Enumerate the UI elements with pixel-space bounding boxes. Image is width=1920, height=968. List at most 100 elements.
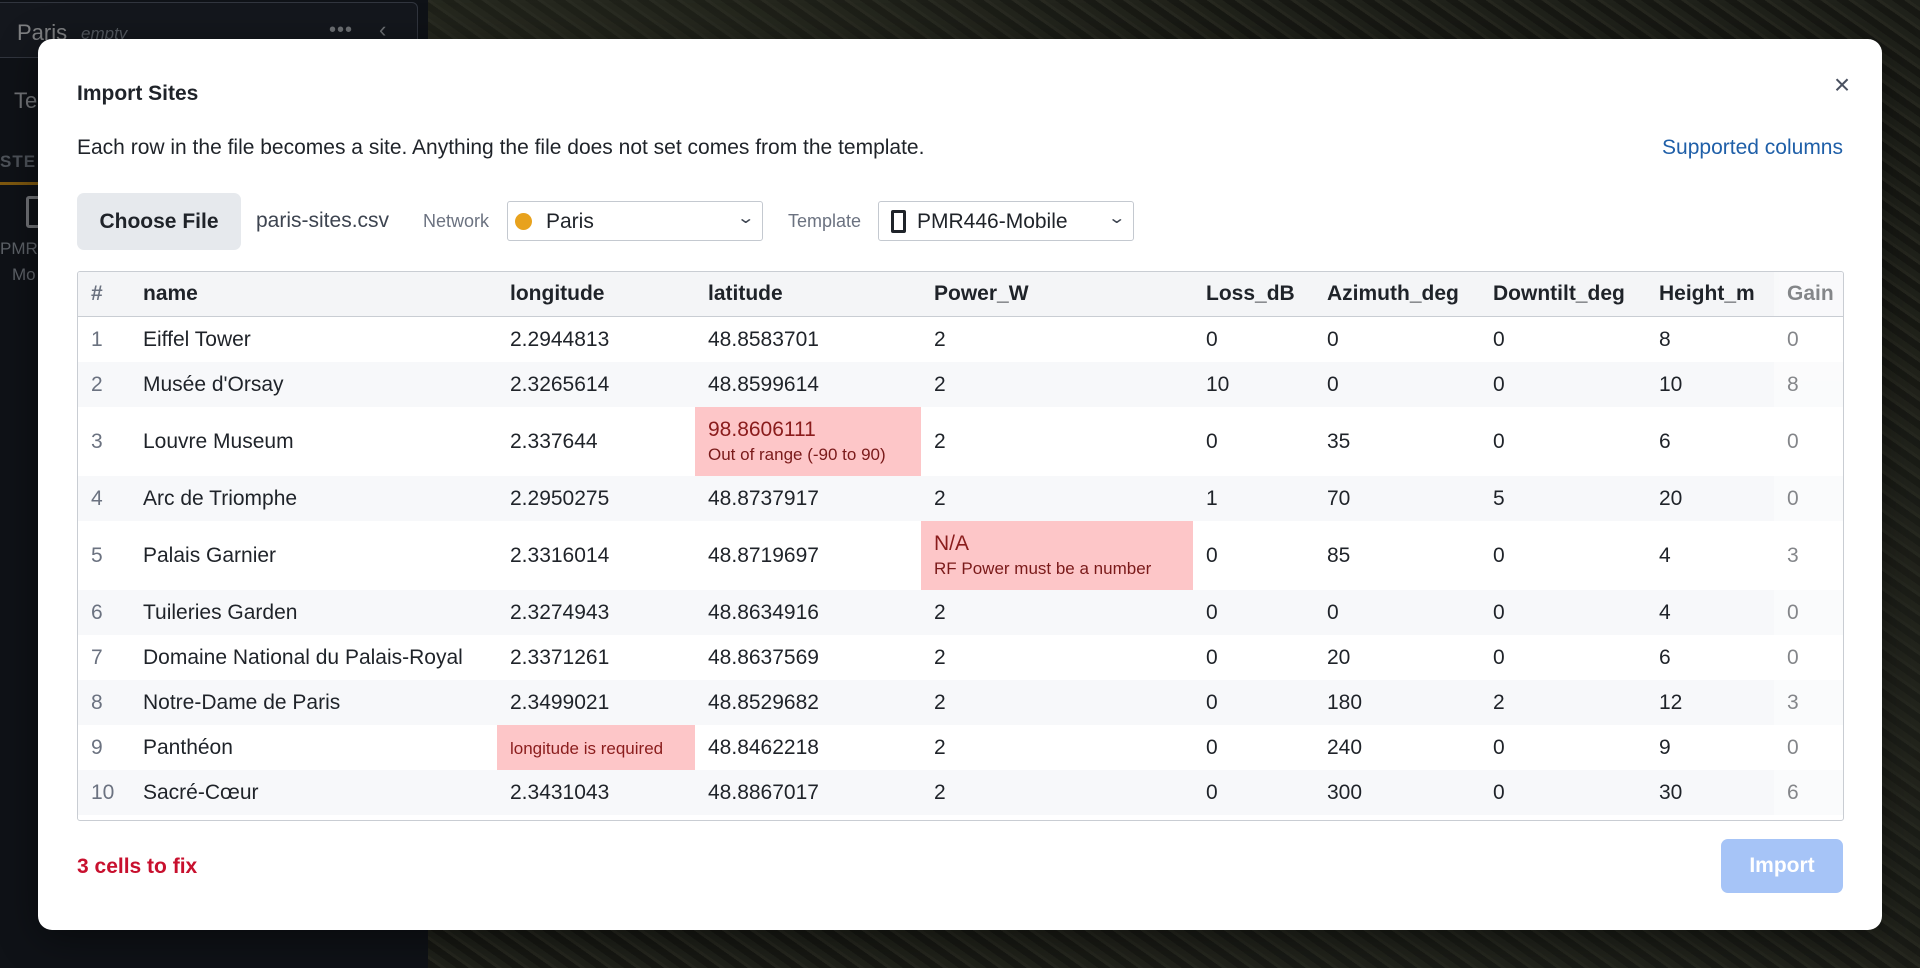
table-cell: 6: [1659, 429, 1671, 453]
table-cell: 10: [1646, 362, 1774, 407]
table-cell: 0: [1787, 429, 1799, 453]
column-header: Power_W: [921, 272, 1193, 317]
network-color-dot: [515, 213, 532, 230]
table-cell: 0: [1327, 327, 1339, 351]
table-cell: 0: [1493, 735, 1505, 759]
table-cell: 0: [1206, 327, 1218, 351]
table-cell: 48.8529682: [695, 680, 921, 725]
dialog-description: Each row in the file becomes a site. Any…: [77, 136, 925, 159]
import-button[interactable]: Import: [1721, 839, 1843, 893]
choose-file-button[interactable]: Choose File: [77, 193, 241, 250]
table-cell: 300: [1314, 770, 1480, 815]
template-label: Template: [788, 211, 862, 231]
table-cell: Palais Garnier: [143, 543, 277, 567]
table-cell: 0: [1193, 770, 1314, 815]
error-cell: longitude is required: [497, 725, 695, 770]
table-row: 5 Palais Garnier 2.3316014 48.8719697 N/A RF …: [78, 521, 1843, 590]
network-select[interactable]: Paris ⌄: [507, 201, 763, 241]
row-number-cell: 4: [78, 476, 130, 521]
table-cell: 48.8637569: [708, 645, 819, 669]
table-cell: 2.3265614: [497, 362, 695, 407]
network-select-value: Paris: [546, 210, 594, 233]
table-cell: 2: [921, 770, 1193, 815]
table-cell: 0: [1480, 362, 1646, 407]
table-row: 9 Panthéon longitude is required 48.8462218…: [78, 725, 1843, 770]
import-sites-dialog: Import Sites × Each row in the file beco…: [38, 39, 1882, 930]
table-cell: 10: [1193, 362, 1314, 407]
table-header-row: # name longitude latitude Power_W Loss_d…: [78, 272, 1843, 317]
table-cell: 12: [1646, 680, 1774, 725]
table-cell: 6: [1659, 645, 1671, 669]
table-cell: 240: [1327, 735, 1363, 759]
table-cell: 0: [1206, 645, 1218, 669]
table-cell: 0: [1206, 429, 1218, 453]
table-cell: 3: [1787, 543, 1799, 567]
selected-filename: paris-sites.csv: [256, 209, 390, 232]
table-cell: 30: [1646, 770, 1774, 815]
template-select[interactable]: PMR446-Mobile ⌄: [878, 201, 1134, 241]
table-cell: 0: [1787, 327, 1799, 351]
table-cell: Musée d'Orsay: [130, 362, 497, 407]
table-cell: Panthéon: [143, 735, 233, 759]
table-cell: 0: [1493, 429, 1505, 453]
column-header: Downtilt_deg: [1480, 272, 1646, 317]
table-cell: 0: [1493, 543, 1505, 567]
error-message: RF Power must be a number: [934, 559, 1152, 578]
sites-table-container[interactable]: # name longitude latitude Power_W Loss_d…: [77, 271, 1844, 821]
error-message: Out of range (-90 to 90): [708, 445, 886, 464]
table-cell: 0: [1774, 590, 1843, 635]
close-icon[interactable]: ×: [1826, 69, 1858, 101]
table-row: 8 Notre-Dame de Paris 2.3499021 48.8529682 2…: [78, 680, 1843, 725]
table-cell: 2: [921, 362, 1193, 407]
phone-icon: [891, 210, 906, 233]
row-number-cell: 1: [91, 327, 103, 351]
table-row: 10 Sacré-Cœur 2.3431043 48.8867017 2 0 300 0 30 6: [78, 770, 1843, 815]
table-cell: Eiffel Tower: [143, 327, 251, 351]
table-cell: 9: [1659, 735, 1671, 759]
column-header: latitude: [695, 272, 921, 317]
table-cell: 0: [1493, 645, 1505, 669]
table-cell: 35: [1327, 429, 1351, 453]
table-cell: 20: [1646, 476, 1774, 521]
table-cell: 3: [1774, 680, 1843, 725]
error-cell: N/A RF Power must be a number: [921, 521, 1193, 590]
table-cell: 20: [1327, 645, 1351, 669]
table-cell: 0: [1206, 735, 1218, 759]
supported-columns-link[interactable]: Supported columns: [1662, 136, 1843, 160]
dialog-title: Import Sites: [77, 82, 199, 105]
table-cell: 0: [1206, 543, 1218, 567]
table-cell: 85: [1327, 543, 1351, 567]
table-cell: 2.2950275: [497, 476, 695, 521]
table-cell: Domaine National du Palais-Royal: [143, 645, 463, 669]
table-cell: 0: [1787, 735, 1799, 759]
table-cell: Louvre Museum: [143, 429, 294, 453]
table-cell: 48.8583701: [708, 327, 819, 351]
table-cell: 2.2944813: [510, 327, 610, 351]
table-cell: 0: [1314, 362, 1480, 407]
table-cell: 0: [1193, 590, 1314, 635]
table-cell: 8: [1774, 362, 1843, 407]
column-header: Gain: [1774, 272, 1843, 317]
table-row: 2 Musée d'Orsay 2.3265614 48.8599614 2 10 0 0 10…: [78, 362, 1843, 407]
table-cell: Notre-Dame de Paris: [130, 680, 497, 725]
table-row: 1 Eiffel Tower 2.2944813 48.8583701 2 0 0 0 8 0: [78, 317, 1843, 363]
column-header: name: [130, 272, 497, 317]
table-cell: 0: [1480, 590, 1646, 635]
table-cell: 48.8719697: [708, 543, 819, 567]
chevron-down-icon: ⌄: [735, 210, 755, 227]
row-number-cell: 7: [91, 645, 103, 669]
table-cell: 0: [1787, 645, 1799, 669]
network-label: Network: [423, 211, 490, 231]
table-cell: 0: [1314, 590, 1480, 635]
column-header: Azimuth_deg: [1314, 272, 1480, 317]
table-row: 4 Arc de Triomphe 2.2950275 48.8737917 2 1 70 5…: [78, 476, 1843, 521]
table-cell: 48.8737917: [695, 476, 921, 521]
table-cell: 4: [1646, 590, 1774, 635]
table-cell: 5: [1480, 476, 1646, 521]
row-number-cell: 2: [78, 362, 130, 407]
sites-table: # name longitude latitude Power_W Loss_d…: [78, 272, 1843, 815]
table-cell: 2.3371261: [510, 645, 610, 669]
table-cell: 1: [1193, 476, 1314, 521]
table-cell: Tuileries Garden: [130, 590, 497, 635]
table-cell: 2.3274943: [497, 590, 695, 635]
